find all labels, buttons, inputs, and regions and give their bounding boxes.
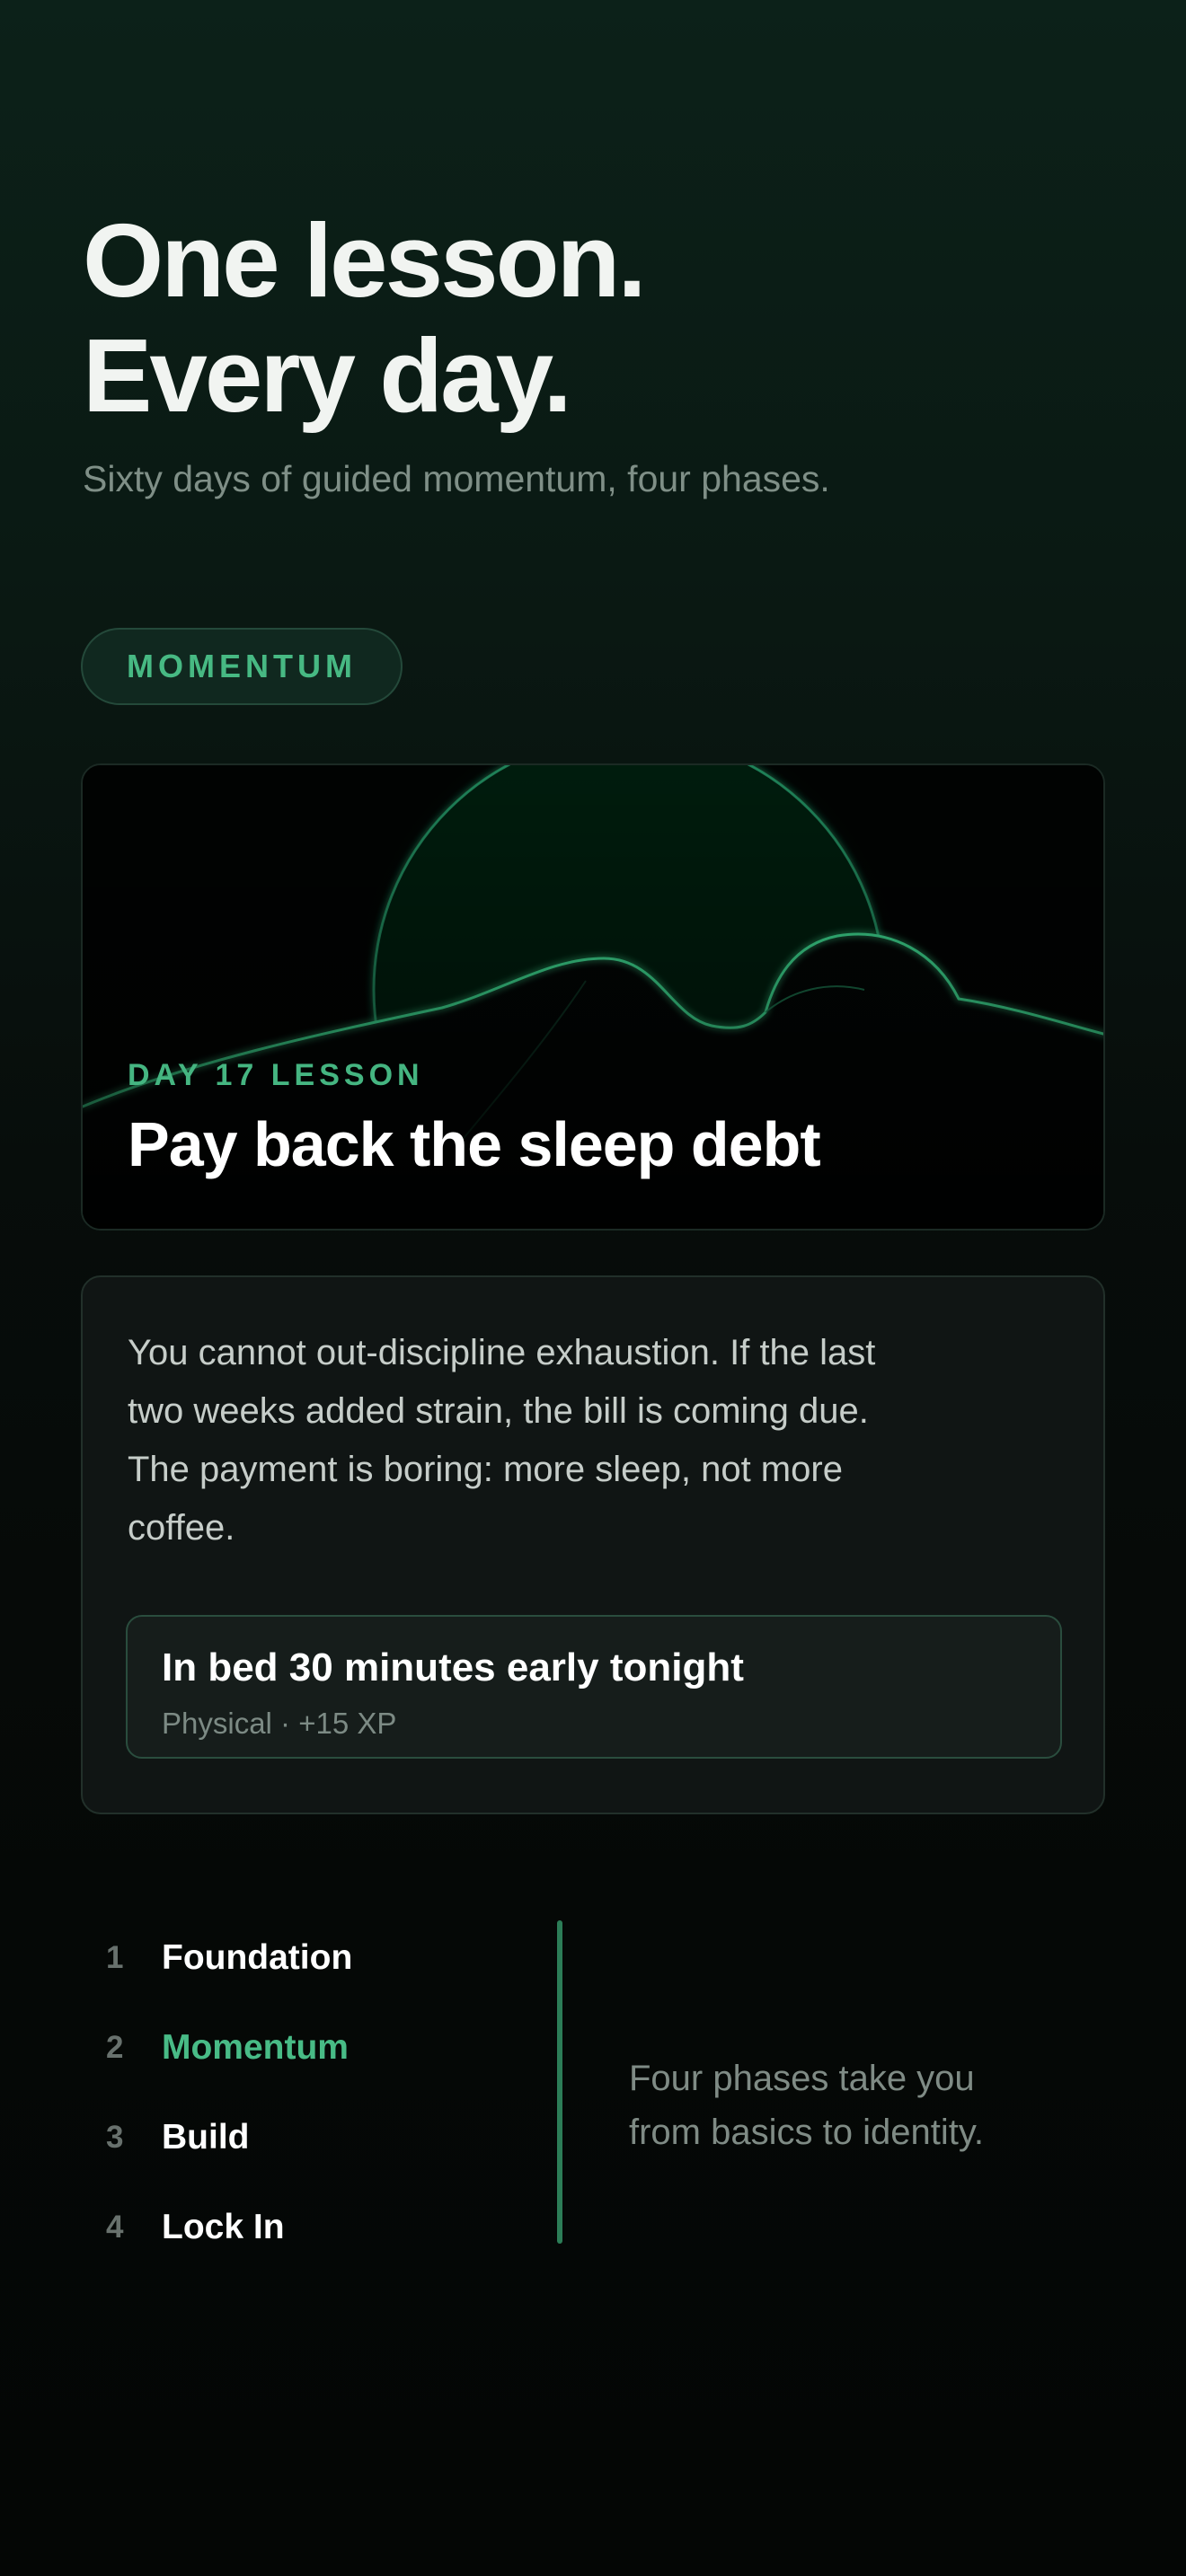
lesson-day-label: DAY 17 LESSON xyxy=(128,1058,424,1092)
phase-number: 2 xyxy=(106,2030,124,2065)
phase-item-lock-in[interactable]: 4 Lock In xyxy=(106,2183,352,2272)
phase-name: Momentum xyxy=(162,2028,349,2067)
lesson-body-text: You cannot out-discipline exhaustion. If… xyxy=(128,1333,876,1548)
phase-item-momentum[interactable]: 2 Momentum xyxy=(106,2003,352,2093)
daily-task-card[interactable]: In bed 30 minutes early tonight Physical… xyxy=(126,1615,1062,1759)
phases-note: Four phases take you from basics to iden… xyxy=(629,2059,984,2152)
phase-number: 3 xyxy=(106,2120,124,2155)
task-meta: Physical · +15 XP xyxy=(162,1707,397,1740)
phase-number: 4 xyxy=(106,2210,124,2245)
phase-list: 1 Foundation 2 Momentum 3 Build 4 Lock I… xyxy=(106,1913,352,2272)
phase-number: 1 xyxy=(106,1940,124,1975)
phases-onboarding-screen: { "headline": { "line1": "One lesson.", … xyxy=(0,0,1186,2576)
subheadline: Sixty days of guided momentum, four phas… xyxy=(83,458,830,499)
headline: One lesson. Every day. xyxy=(83,202,647,434)
phase-item-build[interactable]: 3 Build xyxy=(106,2093,352,2183)
lesson-hero-card[interactable]: DAY 17 LESSON Pay back the sleep debt xyxy=(81,763,1105,1231)
phase-name: Foundation xyxy=(162,1938,353,1977)
phase-name: Build xyxy=(162,2118,250,2157)
phase-item-foundation[interactable]: 1 Foundation xyxy=(106,1913,352,2003)
headline-line-2: Every day. xyxy=(83,317,572,434)
phase-divider xyxy=(557,1920,562,2244)
lesson-body-card: You cannot out-discipline exhaustion. If… xyxy=(81,1275,1105,1814)
lesson-title: Pay back the sleep debt xyxy=(128,1109,821,1179)
task-title: In bed 30 minutes early tonight xyxy=(162,1645,744,1689)
current-phase-badge: MOMENTUM xyxy=(81,628,403,705)
headline-line-1: One lesson. xyxy=(83,202,647,319)
phase-name: Lock In xyxy=(162,2208,285,2246)
